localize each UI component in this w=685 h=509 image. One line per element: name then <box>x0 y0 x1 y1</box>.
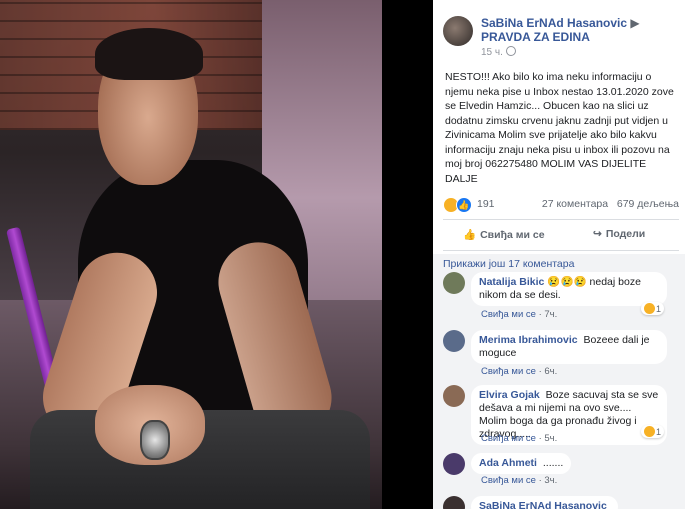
divider <box>443 250 679 251</box>
commenter-avatar[interactable] <box>443 330 465 352</box>
post-actions: 👍 Свиђа ми се ↪ Подели <box>443 222 679 248</box>
target-page-name[interactable]: PRAVDA ZA EDINA <box>481 30 590 44</box>
share-count[interactable]: 679 дељења <box>617 198 679 210</box>
author-avatar[interactable] <box>443 16 473 46</box>
comment-time[interactable]: 3ч. <box>544 475 557 486</box>
reactions-bar: 👍 191 27 коментара 679 дељења <box>443 195 679 213</box>
comment-bubble: Merima Ibrahimovic Bozeee dali je moguce <box>471 330 667 364</box>
comment-actions: Свиђа ми се · 6ч. <box>481 366 558 377</box>
commenter-name[interactable]: Merima Ibrahimovic <box>479 334 578 346</box>
comment-text: ....... <box>542 457 564 469</box>
sad-reaction-icon <box>644 303 655 314</box>
share-arrow-icon: ↪ <box>593 228 602 240</box>
like-label: Свиђа ми се <box>480 229 545 241</box>
commenter-name[interactable]: Elvira Gojak <box>479 389 540 401</box>
commenter-avatar[interactable] <box>443 453 465 475</box>
reaction-icons[interactable]: 👍 <box>443 197 472 213</box>
comment-bubble: Ada Ahmeti ....... <box>471 453 572 474</box>
comment-actions: Свиђа ми се · 3ч. <box>481 475 558 486</box>
comment-reaction-badge[interactable]: 1 <box>641 425 665 438</box>
wristwatch <box>140 420 170 460</box>
author-name[interactable]: SaBiNa ErNAd Hasanovic <box>481 16 627 30</box>
commenter-name[interactable]: Natalija Bikic <box>479 276 544 288</box>
commenter-name[interactable]: Ada Ahmeti <box>479 457 537 469</box>
comment-share-counts: 27 коментара 679 дељења <box>542 198 679 210</box>
comment-reaction-badge[interactable]: 1 <box>641 302 665 315</box>
comment-like-link[interactable]: Свиђа ми се <box>481 433 536 444</box>
post-text: NESTO!!! Ako bilo ko ima neku informacij… <box>445 71 674 185</box>
reaction-count[interactable]: 191 <box>477 198 495 210</box>
post-meta: 15 ч. <box>481 46 516 58</box>
comments-section: Прикажи још 17 коментара Natalija Bikic 😢… <box>433 254 685 509</box>
share-label: Подели <box>605 228 646 240</box>
like-reaction-icon: 👍 <box>456 197 472 213</box>
commenter-avatar[interactable] <box>443 496 465 509</box>
sad-reaction-icon <box>644 426 655 437</box>
share-target-arrow-icon: ▶ <box>630 16 640 30</box>
comment-actions: Свиђа ми се · 7ч. <box>481 309 558 320</box>
comment-count[interactable]: 27 коментара <box>542 198 608 210</box>
post-sidebar: SaBiNa ErNAd Hasanovic ▶ PRAVDA ZA EDINA… <box>433 0 685 509</box>
comment-time[interactable]: 5ч. <box>544 433 557 444</box>
comment-emoji: 😢😢😢 <box>547 276 587 288</box>
post-author-line: SaBiNa ErNAd Hasanovic ▶ PRAVDA ZA EDINA <box>481 16 681 44</box>
view-more-comments-link[interactable]: Прикажи још 17 коментара <box>443 258 574 270</box>
commenter-avatar[interactable] <box>443 272 465 294</box>
comment-bubble: SaBiNa ErNAd Hasanovic <box>471 496 618 509</box>
photo-gap <box>382 0 433 509</box>
comment-like-link[interactable]: Свиђа ми се <box>481 475 536 486</box>
comment-actions: Свиђа ми се · 5ч. <box>481 433 558 444</box>
post-time[interactable]: 15 ч. <box>481 47 503 58</box>
commenter-avatar[interactable] <box>443 385 465 407</box>
divider <box>443 219 679 220</box>
commenter-name[interactable]: SaBiNa ErNAd Hasanovic <box>479 500 607 509</box>
comment-bubble: Natalija Bikic 😢😢😢 nedaj boze nikom da se… <box>471 272 667 306</box>
comment-like-link[interactable]: Свиђа ми се <box>481 366 536 377</box>
comment-time[interactable]: 6ч. <box>544 366 557 377</box>
globe-icon <box>505 46 516 56</box>
post-photo[interactable] <box>0 0 382 509</box>
comment-reaction-count: 1 <box>656 304 662 314</box>
comment-like-link[interactable]: Свиђа ми се <box>481 309 536 320</box>
comment-time[interactable]: 7ч. <box>544 309 557 320</box>
person-hair <box>95 28 203 80</box>
share-button[interactable]: ↪ Подели <box>593 228 645 240</box>
comment-reaction-count: 1 <box>656 427 662 437</box>
thumbs-up-icon: 👍 <box>463 229 477 241</box>
like-button[interactable]: 👍 Свиђа ми се <box>463 228 545 241</box>
